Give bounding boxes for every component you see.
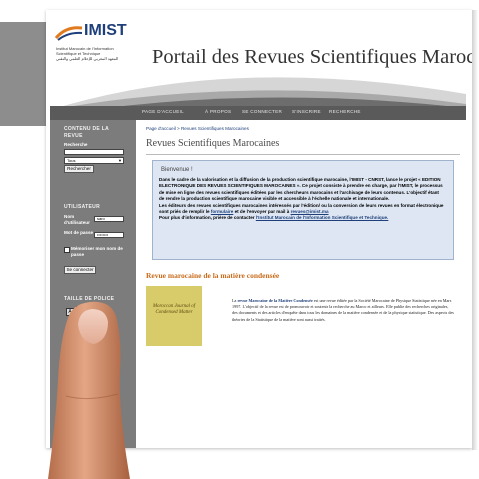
background-gray-block: [0, 22, 50, 126]
sidebar-user-heading: UTILISATEUR: [64, 204, 100, 210]
journal-cover-image[interactable]: Moroccan Journal of Condensed Matter: [146, 286, 202, 346]
page-title: Revues Scientifiques Marocaines: [146, 138, 280, 149]
journal-section-title[interactable]: Revue marocaine de la matière condensée: [146, 271, 279, 280]
page-shadow: [472, 10, 478, 450]
password-input[interactable]: ••••••••: [94, 232, 124, 238]
search-scope-select[interactable]: Tous ▼: [64, 157, 124, 164]
remember-label: Mémoriser mon nom de passe: [71, 246, 123, 257]
nav-home-link[interactable]: PAGE D'ACCUEIL: [142, 109, 184, 114]
sidebar-content-heading: CONTENU DE LA REVUE: [64, 126, 109, 139]
welcome-title: Bienvenue !: [161, 167, 193, 173]
site-header: IMIST Institut Marocain de l'Information…: [50, 14, 472, 110]
nav-search-link[interactable]: RECHERCHE: [329, 109, 361, 114]
cover-title: Moroccan Journal of Condensed Matter: [152, 304, 196, 315]
header-swoosh-decoration: [50, 77, 466, 110]
pointing-finger: [48, 301, 130, 479]
password-label: Mot de passe: [64, 230, 94, 235]
breadcrumb[interactable]: Page d'accueil > Revues Scientifiques Ma…: [146, 126, 249, 131]
search-label: Recherche: [64, 142, 88, 147]
search-button[interactable]: Rechercher: [64, 165, 94, 173]
login-button[interactable]: Se connecter: [64, 266, 96, 274]
journal-name-link[interactable]: revue Marocaine de la Matière Condensée: [237, 298, 312, 303]
welcome-text: Dans le cadre de la valorisation et la d…: [159, 177, 444, 221]
form-link[interactable]: formulaire: [211, 209, 233, 214]
nav-register-link[interactable]: S'INSCRIRE: [292, 109, 321, 114]
welcome-box: Bienvenue ! Dans le cadre de la valorisa…: [152, 160, 454, 260]
main-navbar: PAGE D'ACCUEIL À PROPOS SE CONNECTER S'I…: [50, 106, 466, 120]
logo-text: IMIST: [84, 22, 127, 39]
logo-swoosh-icon: [54, 26, 83, 41]
title-divider: [146, 154, 460, 155]
journal-description: La revue Marocaine de la Matière Condens…: [232, 298, 454, 322]
imist-link[interactable]: l'Institut Marocain de l'Information Sci…: [256, 215, 389, 220]
username-label: Nom d'utilisateur: [64, 214, 90, 225]
remember-checkbox[interactable]: [64, 247, 70, 253]
chevron-down-icon: ▼: [118, 158, 122, 163]
email-link[interactable]: revues@imist.ma: [291, 209, 329, 214]
search-input[interactable]: [64, 149, 124, 155]
nav-login-link[interactable]: SE CONNECTER: [242, 109, 282, 114]
logo-subtitle: Institut Marocain de l'Information Scien…: [56, 46, 119, 61]
nav-about-link[interactable]: À PROPOS: [205, 109, 231, 114]
username-input[interactable]: saro: [94, 216, 124, 222]
